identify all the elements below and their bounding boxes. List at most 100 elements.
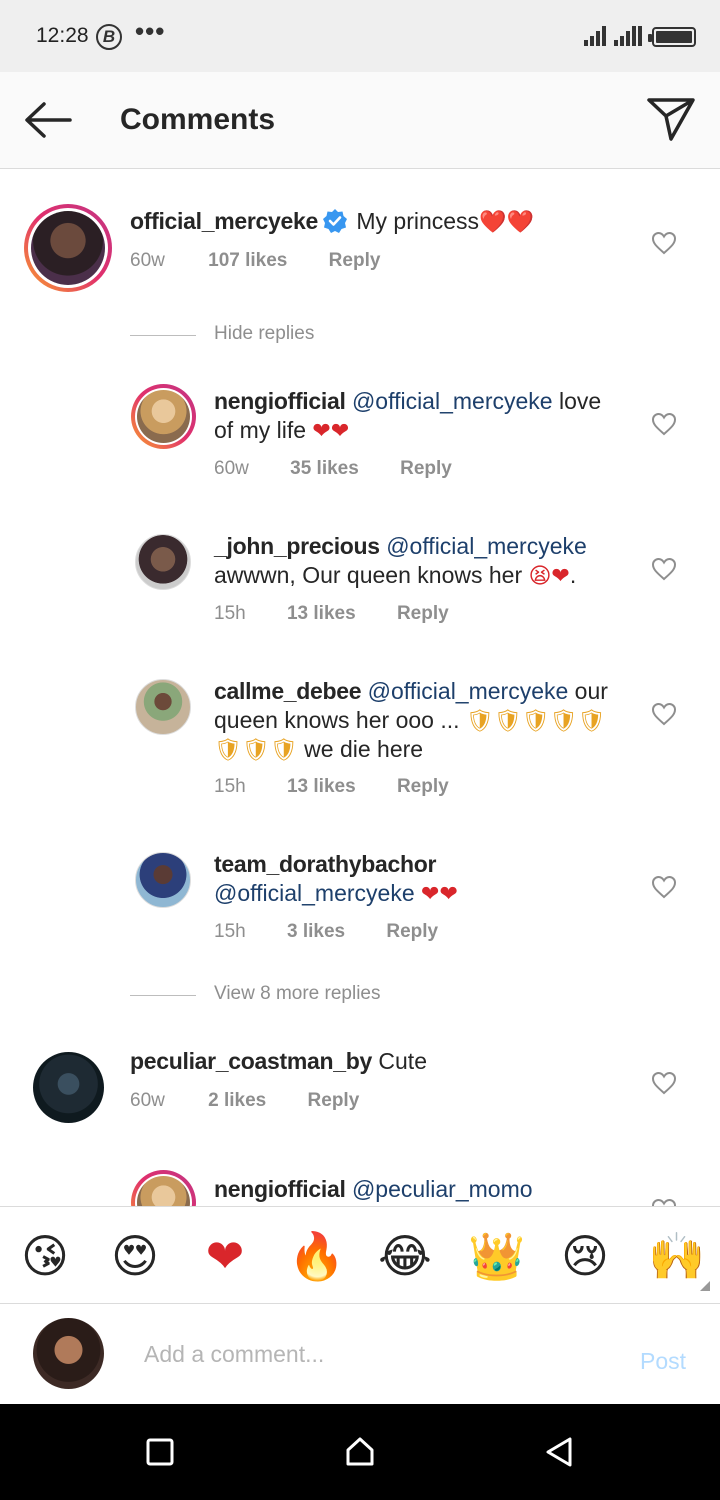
reply-text: nengiofficial @peculiar_momo	[214, 1175, 634, 1204]
emoji-quick-bar: 😘 😍 ❤ 🔥 😂 👑 😢 🙌	[0, 1206, 720, 1304]
like-heart-icon[interactable]	[651, 1198, 677, 1206]
reply-text: team_dorathybachor @official_mercyeke ❤❤	[214, 850, 634, 908]
like-heart-icon[interactable]	[651, 557, 677, 581]
paper-plane-icon[interactable]	[646, 96, 696, 142]
comment-text: peculiar_coastman_by Cute	[130, 1047, 630, 1076]
view-more-label[interactable]: View 8 more replies	[214, 983, 381, 1005]
reply-username[interactable]: nengiofficial	[214, 1176, 346, 1202]
reply-button[interactable]: Reply	[329, 250, 381, 272]
verified-badge-icon	[322, 209, 347, 233]
reply-body-line2: queen knows her ooo ...	[214, 707, 466, 733]
like-heart-icon[interactable]	[651, 1071, 677, 1095]
tears-of-joy-emoji[interactable]: 😂	[378, 1229, 432, 1283]
status-bar: 12:28 B •••	[0, 0, 720, 72]
reply-text: _john_precious @official_mercyeke awwwn,…	[214, 532, 634, 590]
comment-composer: Post	[0, 1304, 720, 1404]
red-heart-emoji[interactable]: ❤	[198, 1229, 252, 1283]
heart-eyes-emoji[interactable]: 😍	[108, 1229, 162, 1283]
post-button[interactable]: Post	[640, 1348, 686, 1375]
mention-link[interactable]: @official_mercyeke	[386, 533, 587, 559]
reply-body-end: .	[569, 562, 577, 588]
reply-meta: 15h 13 likes Reply	[214, 603, 449, 625]
likes-count[interactable]: 13 likes	[287, 776, 356, 798]
like-heart-icon[interactable]	[651, 412, 677, 436]
likes-count[interactable]: 13 likes	[287, 603, 356, 625]
reply-time: 15h	[214, 603, 246, 624]
emoji-text: 😫❤	[528, 563, 570, 588]
likes-count[interactable]: 3 likes	[287, 921, 345, 943]
reply-meta: 15h 13 likes Reply	[214, 776, 449, 798]
comment-time: 60w	[130, 250, 165, 271]
thread-divider	[130, 335, 196, 336]
battery-icon	[648, 27, 696, 47]
avatar[interactable]	[24, 204, 112, 292]
reply-body-line2: of my life	[214, 417, 313, 443]
heart-emoji: ❤❤	[312, 418, 350, 443]
reply-meta: 60w 35 likes Reply	[214, 458, 452, 480]
comment-meta: 60w 2 likes Reply	[130, 1090, 359, 1112]
shield-emoji: 🛡🛡🛡	[214, 737, 298, 762]
comment-input[interactable]	[144, 1336, 604, 1372]
avatar[interactable]	[131, 1170, 196, 1206]
thread-divider	[130, 995, 196, 996]
reply-username[interactable]: _john_precious	[214, 533, 380, 559]
crown-emoji[interactable]: 👑	[468, 1229, 525, 1283]
heart-emoji: ❤❤	[421, 881, 458, 906]
avatar[interactable]	[135, 534, 191, 590]
like-heart-icon[interactable]	[651, 875, 677, 899]
likes-count[interactable]: 107 likes	[208, 250, 287, 272]
hide-replies-label[interactable]: Hide replies	[214, 323, 314, 345]
mention-link[interactable]: @peculiar_momo	[352, 1176, 533, 1202]
reply-username[interactable]: team_dorathybachor	[214, 851, 436, 877]
page-title: Comments	[120, 103, 276, 136]
signal-icon	[584, 26, 608, 46]
reply-body: love	[552, 388, 602, 414]
reply-meta: 15h 3 likes Reply	[214, 921, 438, 943]
recents-square-icon[interactable]	[144, 1436, 176, 1468]
comment-username[interactable]: official_mercyeke	[130, 208, 318, 234]
reply-body-line3: we die here	[297, 736, 424, 762]
more-notifications-icon: •••	[135, 16, 166, 46]
kiss-emoji[interactable]: 😘	[18, 1229, 72, 1283]
signal-2-icon	[614, 26, 642, 46]
comments-list[interactable]: official_mercyeke My princess❤️❤️ 60w 10…	[0, 170, 720, 1206]
system-nav-bar	[0, 1404, 720, 1500]
back-triangle-icon[interactable]	[544, 1436, 576, 1468]
comment-body: Cute	[372, 1048, 427, 1074]
reply-username[interactable]: callme_debee	[214, 678, 362, 704]
likes-count[interactable]: 35 likes	[290, 458, 359, 480]
reply-time: 15h	[214, 921, 246, 942]
fire-emoji[interactable]: 🔥	[288, 1229, 345, 1283]
mention-link[interactable]: @official_mercyeke	[214, 880, 415, 906]
reply-time: 60w	[214, 458, 249, 479]
avatar[interactable]	[135, 679, 191, 735]
mention-link[interactable]: @official_mercyeke	[368, 678, 569, 704]
arrow-left-icon[interactable]	[22, 100, 74, 140]
likes-count[interactable]: 2 likes	[208, 1090, 266, 1112]
comment-time: 60w	[130, 1090, 165, 1111]
shield-emoji: 🛡🛡🛡🛡🛡	[465, 708, 606, 733]
like-heart-icon[interactable]	[651, 702, 677, 726]
reply-username[interactable]: nengiofficial	[214, 388, 346, 414]
avatar[interactable]	[135, 852, 191, 908]
avatar[interactable]	[131, 384, 196, 449]
reply-text: nengiofficial @official_mercyeke love of…	[214, 387, 634, 445]
crying-emoji[interactable]: 😢	[558, 1229, 612, 1283]
reply-button[interactable]: Reply	[397, 776, 449, 798]
current-user-avatar	[33, 1318, 104, 1389]
avatar[interactable]	[33, 1052, 104, 1123]
reply-text: callme_debee @official_mercyeke our quee…	[214, 677, 634, 764]
reply-button[interactable]: Reply	[308, 1090, 360, 1112]
raising-hands-emoji[interactable]: 🙌	[648, 1229, 705, 1283]
mention-link[interactable]: @official_mercyeke	[352, 388, 553, 414]
reply-time: 15h	[214, 776, 246, 797]
heart-emoji: ❤️❤️	[479, 209, 534, 234]
comment-username[interactable]: peculiar_coastman_by	[130, 1048, 372, 1074]
reply-button[interactable]: Reply	[400, 458, 452, 480]
reply-button[interactable]: Reply	[397, 603, 449, 625]
like-heart-icon[interactable]	[651, 231, 677, 255]
reply-button[interactable]: Reply	[386, 921, 438, 943]
home-icon[interactable]	[344, 1436, 376, 1468]
reply-body: awwwn, Our queen knows her	[214, 562, 529, 588]
resize-handle-icon	[700, 1281, 710, 1291]
